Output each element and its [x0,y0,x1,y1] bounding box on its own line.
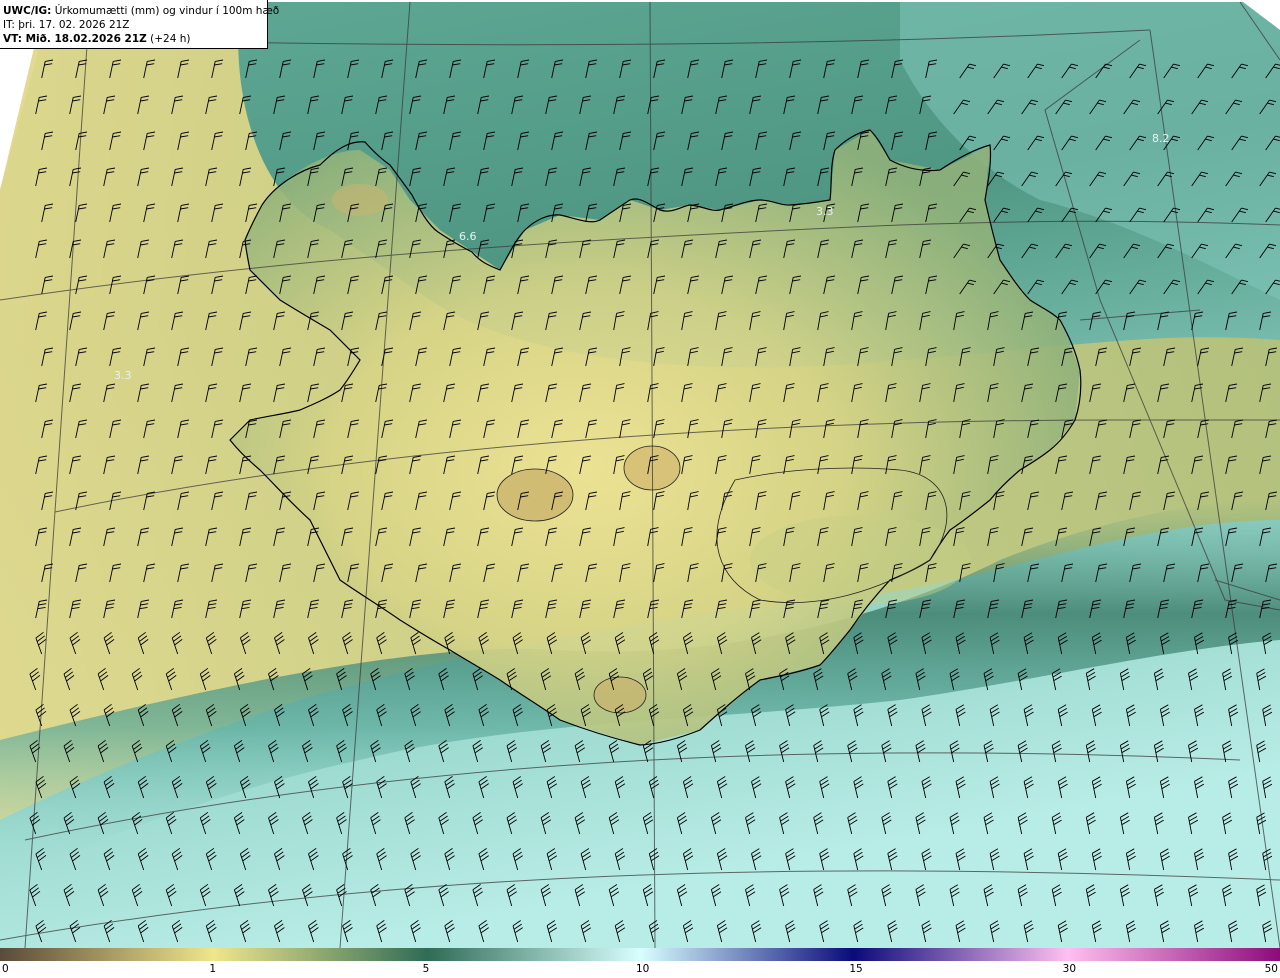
colorbar-tick-label: 0 [2,963,9,975]
colorbar-strip [0,948,1280,961]
colorbar-tick-label: 15 [849,963,863,975]
colorbar-segment [853,948,1068,961]
point-value-4: 8.2 [1152,132,1170,145]
colorbar-segment [1066,948,1280,961]
colorbar-tick-label: 10 [636,963,650,975]
colorbar-segment [0,948,215,961]
precipitation-map: 6.6 3.3 3.3 8.2 [0,1,1280,948]
colorbar-tick-label: 30 [1062,963,1077,975]
glacier-drangajokull [332,184,388,216]
init-time: IT: þri. 17. 02. 2026 21Z [3,19,130,31]
colorbar-tick-label: 50 [1264,963,1278,975]
info-title-line: UWC/IG: Úrkomumætti (mm) og vindur í 100… [3,4,279,18]
point-value-1: 6.6 [459,230,477,243]
colorbar-segment [213,948,428,961]
valid-time-line: VT: Mið. 18.02.2026 21Z (+24 h) [3,32,264,46]
map-info-box: UWC/IG: Úrkomumætti (mm) og vindur í 100… [0,0,279,49]
point-value-3: 3.3 [816,205,834,218]
colorbar-segment [426,948,641,961]
model-label: UWC/IG: [3,5,52,17]
colorbar: 0 1 5 10 15 30 50 [0,948,1280,978]
colorbar-segment [640,948,855,961]
colorbar-tick-label: 5 [422,963,430,975]
point-value-2: 3.3 [114,369,132,382]
map-area: 6.6 3.3 3.3 8.2 UWC/IG: Úrkomumætti (mm)… [0,0,1280,948]
colorbar-tick-label: 1 [209,963,217,975]
valid-time: VT: Mið. 18.02.2026 21Z [3,33,147,45]
forecast-offset: (+24 h) [150,33,191,45]
map-description: Úrkomumætti (mm) og vindur í 100m hæð [54,5,280,17]
